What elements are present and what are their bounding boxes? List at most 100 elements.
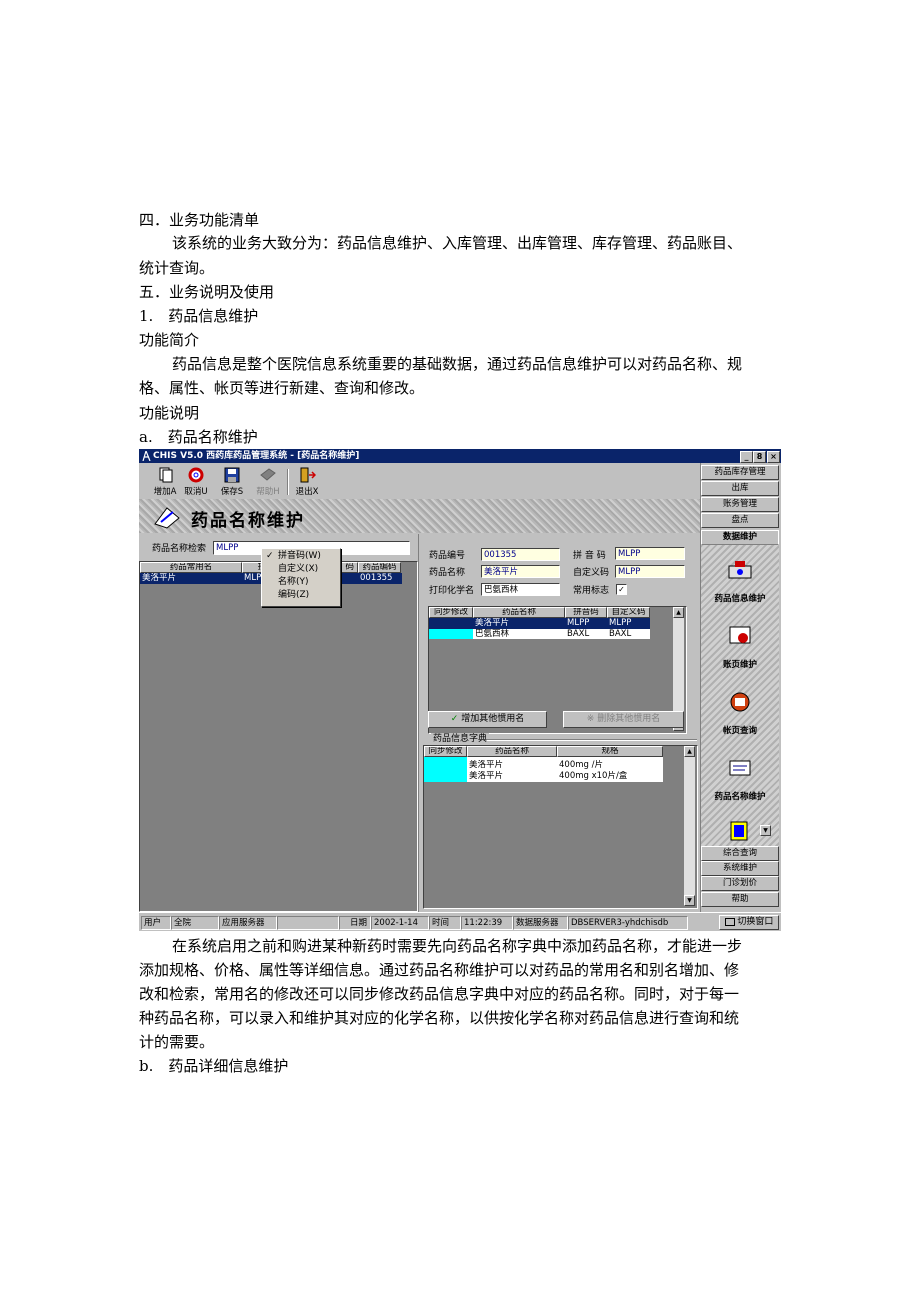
dictionary-group-line (487, 739, 697, 741)
drug-code-field[interactable]: 001355 (481, 548, 560, 561)
nav-outbound[interactable]: 出库 (701, 481, 779, 496)
dict-cell-name: 美洛平片 (469, 771, 504, 781)
search-label: 药品名称检索 (152, 544, 207, 554)
heading-drug-name-maintenance: a. 药品名称维护 (139, 428, 258, 446)
dict-sync-cell (424, 757, 467, 782)
nav-help[interactable]: 帮助 (701, 892, 779, 907)
toolbar-separator (287, 469, 289, 495)
add-button[interactable]: 增加A (149, 467, 181, 497)
exit-button[interactable]: 退出X (291, 467, 323, 497)
paragraph-after-2: 添加规格、价格、属性等详细信息。通过药品名称维护可以对药品的常用名和别名增加、修 (139, 961, 740, 979)
scroll-up-icon[interactable]: ▲ (684, 746, 695, 757)
delete-alias-label: 删除其他惯用名 (597, 714, 661, 724)
drug-name-field[interactable]: 美洛平片 (481, 565, 560, 578)
paragraph-after-3: 改和检索，常用名的修改还可以同步修改药品信息字典中对应的药品名称。同时，对于每一 (139, 985, 740, 1003)
nav-query[interactable]: 综合查询 (701, 846, 779, 861)
nav-data-maintenance[interactable]: 数据维护 (701, 530, 779, 545)
heading-business-functions: 四．业务功能清单 (139, 211, 260, 229)
menu-item-name[interactable]: 名称(Y) (278, 576, 309, 588)
alias-header-custom: 自定义码 (607, 607, 650, 618)
scroll-up-icon[interactable]: ▲ (673, 607, 684, 618)
drug-info-icon[interactable] (727, 558, 753, 582)
common-flag-label: 常用标志 (573, 586, 610, 596)
menu-item-custom[interactable]: 自定义(X) (278, 563, 318, 575)
help-book-icon (260, 468, 276, 481)
restore-button[interactable]: 8 (753, 451, 766, 463)
switch-window-button[interactable]: 切换窗口 (719, 915, 779, 930)
grid-header-drug-code: 药品编码 (358, 562, 401, 573)
chemical-name-label: 打印化学名 (429, 586, 475, 596)
form-banner: 药品名称维护 (139, 499, 700, 533)
status-date-label: 日期 (339, 916, 371, 930)
paragraph-intro-2: 格、属性、帐页等进行新建、查询和修改。 (139, 379, 425, 397)
alias-header-pinyin: 拼音码 (565, 607, 607, 618)
add-label: 增加A (153, 487, 177, 497)
dictionary-scrollbar[interactable] (684, 746, 695, 906)
alias-header-name: 药品名称 (473, 607, 565, 618)
pinyin-field[interactable]: MLPP (615, 547, 685, 560)
drug-name-icon (154, 507, 180, 529)
cancel-button[interactable]: 取消U (180, 467, 212, 497)
ledger-icon[interactable] (727, 624, 753, 648)
alias-sync-cell (429, 629, 473, 639)
window-icon (724, 917, 735, 926)
dict-cell-name: 美洛平片 (469, 760, 504, 770)
nav-ledger-maintenance[interactable]: 账页维护 (701, 658, 779, 670)
chevron-down-icon[interactable]: ▼ (760, 825, 771, 836)
close-button[interactable]: × (767, 451, 780, 463)
chemical-name-field[interactable]: 巴氨西林 (481, 583, 560, 596)
add-alias-button[interactable]: ✓ 增加其他惯用名 (428, 711, 547, 728)
delete-alias-button[interactable]: ※ 删除其他惯用名 (563, 711, 684, 728)
app-logo-icon (142, 451, 151, 461)
status-app-value (277, 916, 339, 930)
save-button[interactable]: 保存S (216, 467, 248, 497)
paragraph-after-4: 种药品名称，可以录入和维护其对应的化学名称，以供按化学名称对药品信息进行查询和统 (139, 1009, 740, 1027)
alias-header-sync: 同步修改 (429, 607, 473, 618)
help-button[interactable]: 帮助H (252, 467, 284, 497)
nav-system[interactable]: 系统维护 (701, 861, 779, 876)
nav-drug-name[interactable]: 药品名称维护 (701, 790, 779, 802)
drug-name-nav-icon[interactable] (727, 756, 753, 780)
menu-item-pinyin[interactable]: 拼音码(W) (278, 550, 321, 562)
heading-drug-detail-maintenance: b. 药品详细信息维护 (139, 1057, 289, 1075)
dict-cell-spec: 400mg x10片/盒 (559, 771, 628, 781)
common-flag-checkbox[interactable]: ✓ (616, 584, 627, 595)
pinyin-label: 拼 音 码 (573, 551, 606, 561)
status-date-value: 2002-1-14 (371, 916, 429, 930)
paragraph-intro-1: 药品信息是整个医院信息系统重要的基础数据，通过药品信息维护可以对药品名称、规 (172, 355, 743, 373)
window-titlebar: CHIS V5.0 西药库药品管理系统 - [药品名称维护] _ 8 × (139, 449, 781, 463)
nav-stock-management[interactable]: 药品库存管理 (701, 465, 779, 480)
exit-door-icon (300, 467, 317, 483)
cell-drug-code: 001355 (358, 573, 401, 583)
cell-common-name: 美洛平片 (140, 573, 242, 583)
custom-code-label: 自定义码 (573, 568, 610, 578)
alias-cell-name: 巴氨西林 (475, 629, 510, 639)
ledger-query-icon[interactable] (727, 690, 753, 714)
drug-list-grid (139, 561, 418, 912)
heading-business-usage: 五．业务说明及使用 (139, 283, 275, 301)
alias-cell-name: 美洛平片 (473, 618, 565, 628)
dict-header-spec: 规格 (557, 746, 663, 757)
status-time-label: 时间 (429, 916, 461, 930)
nav-inventory[interactable]: 盘点 (701, 513, 779, 528)
status-db-value: DBSERVER3-yhdchisdb (568, 916, 688, 930)
search-mode-menu: ✓ 拼音码(W) 自定义(X) 名称(Y) 编码(Z) (261, 548, 341, 607)
menu-item-code[interactable]: 编码(Z) (278, 589, 309, 601)
banner-title: 药品名称维护 (191, 511, 305, 531)
status-db-label: 数据服务器 (513, 916, 568, 930)
status-bar: 用户 全院 应用服务器 日期 2002-1-14 时间 11:22:39 数据服… (139, 912, 781, 931)
checkmark-icon: ✓ (266, 551, 274, 561)
dict-cell-spec: 400mg /片 (559, 760, 603, 770)
minimize-button[interactable]: _ (740, 451, 753, 463)
help-label: 帮助H (256, 487, 280, 497)
dict-header-sync: 同步修改 (424, 746, 467, 757)
cancel-label: 取消U (184, 487, 208, 497)
nav-drug-info[interactable]: 药品信息维护 (701, 592, 779, 604)
custom-code-field[interactable]: MLPP (615, 565, 685, 578)
more-icon[interactable] (730, 821, 748, 841)
nav-outpatient-pricing[interactable]: 门诊划价 (701, 876, 779, 891)
scroll-down-icon[interactable]: ▼ (684, 895, 695, 906)
nav-ledger-query[interactable]: 帐页查询 (701, 724, 779, 736)
nav-accounts[interactable]: 账务管理 (701, 497, 779, 512)
lifebuoy-icon (188, 467, 204, 483)
